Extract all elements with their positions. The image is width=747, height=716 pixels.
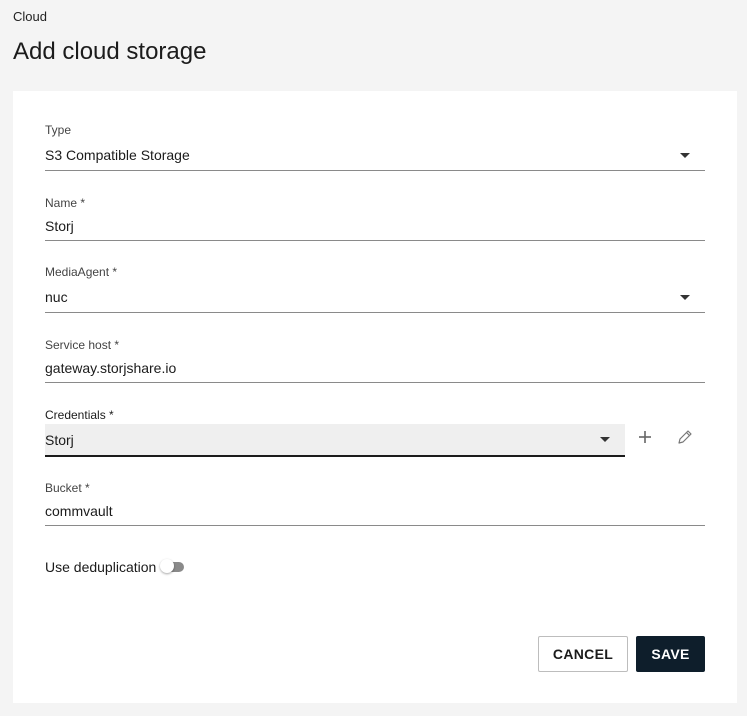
chevron-down-icon[interactable]: [600, 437, 610, 442]
page-title: Add cloud storage: [13, 38, 207, 65]
name-value: Storj: [45, 218, 74, 234]
bucket-underline: [45, 525, 705, 526]
type-select[interactable]: Type S3 Compatible Storage: [45, 123, 705, 173]
save-button[interactable]: SAVE: [636, 636, 705, 672]
form-card: Type S3 Compatible Storage Name * Storj …: [13, 91, 737, 703]
service-host-underline: [45, 382, 705, 383]
name-underline: [45, 240, 705, 241]
deduplication-row: Use deduplication: [45, 559, 185, 575]
chevron-down-icon[interactable]: [680, 295, 690, 300]
media-agent-value: nuc: [45, 289, 68, 305]
plus-icon[interactable]: [634, 426, 656, 448]
type-underline: [45, 170, 705, 171]
pencil-icon[interactable]: [674, 426, 696, 448]
credentials-select[interactable]: Storj: [45, 424, 625, 457]
credentials-label: Credentials *: [45, 408, 114, 422]
bucket-field[interactable]: Bucket * commvault: [45, 481, 705, 527]
credentials-row: Credentials * Storj: [45, 408, 705, 458]
type-value: S3 Compatible Storage: [45, 147, 190, 163]
name-field[interactable]: Name * Storj: [45, 196, 705, 242]
cancel-button[interactable]: CANCEL: [538, 636, 628, 672]
media-agent-underline: [45, 312, 705, 313]
service-host-field[interactable]: Service host * gateway.storjshare.io: [45, 338, 705, 384]
deduplication-label: Use deduplication: [45, 559, 157, 575]
credentials-value: Storj: [45, 432, 74, 448]
bucket-value: commvault: [45, 503, 113, 519]
chevron-down-icon[interactable]: [680, 153, 690, 158]
breadcrumb[interactable]: Cloud: [13, 9, 47, 24]
deduplication-toggle[interactable]: [160, 559, 185, 573]
bucket-label: Bucket *: [45, 481, 90, 495]
service-host-label: Service host *: [45, 338, 120, 352]
media-agent-select[interactable]: MediaAgent * nuc: [45, 265, 705, 315]
name-label: Name *: [45, 196, 86, 210]
media-agent-label: MediaAgent *: [45, 265, 118, 279]
type-label: Type: [45, 123, 72, 137]
service-host-value: gateway.storjshare.io: [45, 360, 177, 376]
